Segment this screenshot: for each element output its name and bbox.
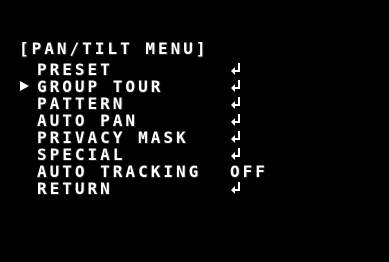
menu-item-label: SPECIAL xyxy=(37,145,126,164)
menu-item-label: AUTO PAN xyxy=(37,111,139,130)
enter-icon xyxy=(231,63,241,75)
menu-item-label: RETURN xyxy=(37,179,113,198)
enter-icon xyxy=(231,114,241,126)
osd-screen: [PAN/TILT MENU] PRESET GROUP TOUR PATTER… xyxy=(0,0,389,262)
menu-item-preset[interactable]: PRESET xyxy=(0,61,300,78)
selection-cursor-icon xyxy=(20,81,29,91)
enter-icon xyxy=(231,182,241,194)
enter-icon xyxy=(231,97,241,109)
menu-item-group-tour[interactable]: GROUP TOUR xyxy=(0,78,300,95)
menu-item-auto-pan[interactable]: AUTO PAN xyxy=(0,112,300,129)
menu-item-label: PRIVACY MASK xyxy=(37,128,189,147)
menu-item-return[interactable]: RETURN xyxy=(0,180,300,197)
enter-icon xyxy=(231,80,241,92)
auto-tracking-value: OFF xyxy=(230,162,268,181)
menu-item-special[interactable]: SPECIAL xyxy=(0,146,300,163)
menu-item-label: PATTERN xyxy=(37,94,126,113)
menu-item-privacy-mask[interactable]: PRIVACY MASK xyxy=(0,129,300,146)
menu-item-auto-tracking[interactable]: AUTO TRACKING OFF xyxy=(0,163,300,180)
menu-title: [PAN/TILT MENU] xyxy=(19,39,209,58)
enter-icon xyxy=(231,131,241,143)
menu-item-label: AUTO TRACKING xyxy=(37,162,202,181)
menu-item-pattern[interactable]: PATTERN xyxy=(0,95,300,112)
menu-item-label: GROUP TOUR xyxy=(37,77,164,96)
enter-icon xyxy=(231,148,241,160)
menu-item-label: PRESET xyxy=(37,60,113,79)
